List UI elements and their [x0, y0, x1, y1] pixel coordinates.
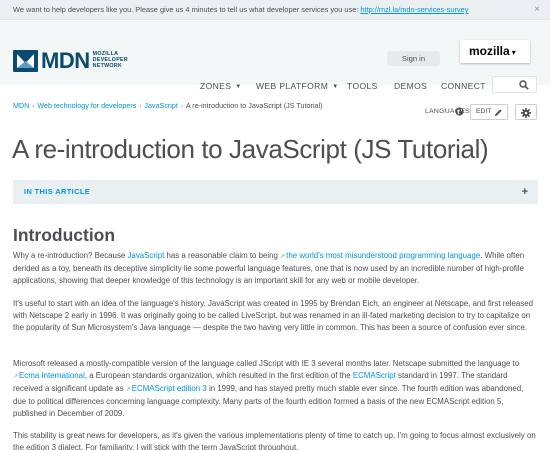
nav-connect[interactable]: CONNECT [441, 78, 486, 94]
pencil-icon [494, 109, 502, 117]
edit-button[interactable]: EDIT [470, 104, 508, 120]
mozilla-tab-label: mozilla [469, 44, 510, 58]
toc-label: IN THIS ARTICLE [24, 187, 91, 196]
nav-tools[interactable]: TOOLS [347, 78, 378, 94]
ecma-international-link[interactable]: Ecma International [19, 371, 85, 380]
search-icon [519, 80, 529, 90]
logo-subtitle: MOZILLA DEVELOPER NETWORK [92, 51, 128, 69]
gear-icon [521, 108, 531, 118]
close-banner-icon[interactable]: × [534, 0, 540, 19]
mdn-logo-icon [13, 50, 38, 72]
breadcrumb-separator: › [180, 104, 183, 110]
survey-banner: We want to help developers like you. Ple… [0, 0, 550, 20]
breadcrumb-web-technology[interactable]: Web technology for developers [37, 101, 136, 110]
edit-button-label: EDIT [476, 108, 492, 115]
breadcrumb-mdn[interactable]: MDN [13, 101, 29, 110]
globe-icon[interactable] [455, 107, 464, 116]
breadcrumb-separator: › [32, 104, 35, 110]
section-heading: Introduction [13, 225, 116, 245]
misunderstood-language-link[interactable]: the world's most misunderstood programmi… [286, 251, 480, 260]
javascript-link[interactable]: JavaScript [127, 251, 164, 260]
survey-banner-text: We want to help developers like you. Ple… [13, 5, 361, 14]
site-header: MDN MOZILLA DEVELOPER NETWORK Sign in mo… [0, 20, 550, 93]
breadcrumb: MDN › Web technology for developers › JavaSc… [13, 101, 323, 110]
ecmascript-link[interactable]: ECMAScript [353, 371, 396, 380]
chevron-down-icon: ▼ [235, 84, 242, 90]
mdn-logo[interactable]: MDN MOZILLA DEVELOPER NETWORK [13, 48, 153, 74]
paragraph-history: It's useful to start with an idea of the… [13, 299, 534, 333]
page-title: A re-introduction to JavaScript (JS Tuto… [12, 134, 489, 164]
nav-demos[interactable]: DEMOS [394, 78, 427, 94]
in-this-article-toggle[interactable]: IN THIS ARTICLE + [13, 180, 538, 204]
nav-zones[interactable]: ZONES ▼ [200, 78, 242, 95]
external-link-icon: ↗ [13, 374, 19, 381]
chevron-down-icon: ▼ [332, 84, 339, 90]
ecmascript-edition-3-link[interactable]: ECMAScript edition 3 [132, 384, 207, 393]
paragraph-intro: Why a re-introduction? Because JavaScrip… [13, 251, 525, 286]
settings-button[interactable] [515, 104, 537, 120]
search-input[interactable] [492, 76, 537, 93]
breadcrumb-separator: › [139, 104, 142, 110]
external-link-icon: ↗ [125, 387, 131, 394]
nav-web-platform[interactable]: WEB PLATFORM ▼ [256, 78, 339, 95]
breadcrumb-current: A re-introduction to JavaScript (JS Tuto… [185, 101, 323, 110]
survey-link[interactable]: http://mzl.la/mdn-services-survey [360, 5, 468, 14]
paragraph-stability: This stability is great news for develop… [13, 431, 536, 450]
external-link-icon: ↗ [280, 254, 286, 260]
sign-in-button[interactable]: Sign in [387, 51, 440, 66]
breadcrumb-javascript[interactable]: JavaScript [144, 101, 178, 110]
chevron-down-icon: ▾ [511, 48, 516, 57]
mozilla-tab[interactable]: mozilla ▾ [460, 40, 530, 63]
logo-wordmark: MDN [41, 48, 90, 73]
paragraph-ecma: Microsoft released a mostly-compatible v… [13, 359, 524, 419]
plus-icon: + [521, 186, 528, 198]
